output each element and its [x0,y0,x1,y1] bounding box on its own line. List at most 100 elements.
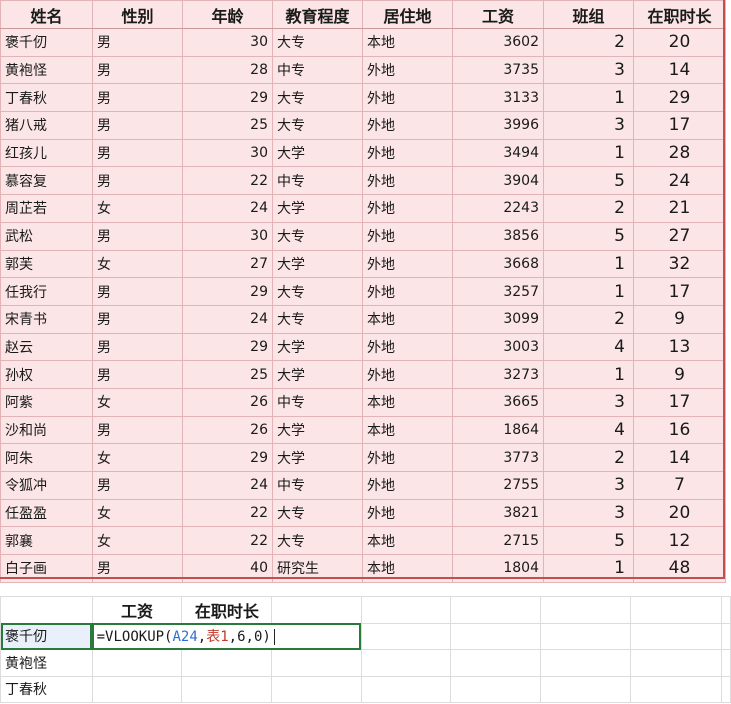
cell-salary[interactable]: 2715 [452,526,544,556]
cell-name[interactable]: 武松 [0,221,93,251]
cell-name[interactable]: 宋青书 [0,304,93,334]
cell[interactable] [450,622,542,650]
cell-residence[interactable]: 本地 [362,415,453,445]
cell-tenure[interactable]: 21 [633,194,726,223]
cell-age[interactable]: 29 [182,277,273,306]
cell-tenure[interactable]: 20 [633,498,726,528]
cell-gender[interactable]: 男 [92,111,183,140]
cell-education[interactable]: 大学 [272,249,363,279]
cell-gender[interactable]: 男 [92,415,183,445]
cell-tenure[interactable]: 16 [633,415,726,445]
cell-gender[interactable]: 男 [92,554,183,583]
cell-education[interactable]: 中专 [272,166,363,196]
cell[interactable] [271,649,362,677]
cell-tenure[interactable]: 17 [633,387,726,417]
cell-education[interactable]: 大专 [272,83,363,113]
column-header-gender[interactable]: 性别 [92,0,183,29]
cell-residence[interactable]: 本地 [362,28,453,57]
cell-age[interactable]: 25 [182,111,273,140]
cell-name[interactable]: 任我行 [0,277,93,306]
cell-age[interactable]: 30 [182,221,273,251]
cell-education[interactable]: 大专 [272,526,363,556]
cell-residence[interactable]: 本地 [362,304,453,334]
cell-residence[interactable]: 外地 [362,471,453,500]
cell-team[interactable]: 4 [543,415,634,445]
cell-residence[interactable]: 外地 [362,277,453,306]
cell[interactable] [91,675,183,703]
cell-team[interactable]: 1 [543,83,634,113]
cell-salary[interactable]: 2755 [452,471,544,500]
cell-tenure[interactable]: 13 [633,332,726,362]
cell-residence[interactable]: 外地 [362,498,453,528]
cell-name[interactable]: 令狐冲 [0,471,93,500]
cell-education[interactable]: 大学 [272,332,363,362]
cell-name[interactable]: 猪八戒 [0,111,93,140]
cell[interactable] [629,675,722,703]
cell-team[interactable]: 3 [543,471,634,500]
cell[interactable] [450,596,542,624]
cell-residence[interactable]: 外地 [362,166,453,196]
column-header-age[interactable]: 年龄 [182,0,273,29]
cell-salary[interactable]: 3665 [452,387,544,417]
cell-gender[interactable]: 女 [92,526,183,556]
cell-team[interactable]: 1 [543,554,634,583]
cell-team[interactable]: 5 [543,526,634,556]
cell[interactable] [720,675,731,703]
cell-residence[interactable]: 外地 [362,332,453,362]
cell-gender[interactable]: 男 [92,221,183,251]
cell-age[interactable]: 25 [182,360,273,389]
cell-education[interactable]: 大专 [272,28,363,57]
cell-residence[interactable]: 外地 [362,55,453,85]
cell-tenure[interactable]: 7 [633,471,726,500]
cell-salary[interactable]: 3735 [452,55,544,85]
cell-name[interactable]: 周芷若 [0,194,93,223]
cell[interactable] [0,596,93,624]
cell[interactable] [540,596,631,624]
cell-gender[interactable]: 男 [92,28,183,57]
cell[interactable] [720,649,731,677]
cell-salary[interactable]: 3773 [452,443,544,472]
cell-name[interactable]: 丁春秋 [0,83,93,113]
cell[interactable] [629,596,722,624]
cell-name[interactable]: 郭芙 [0,249,93,279]
cell-education[interactable]: 大学 [272,443,363,472]
cell-tenure[interactable]: 14 [633,55,726,85]
cell-team[interactable]: 3 [543,387,634,417]
cell-tenure[interactable]: 20 [633,28,726,57]
cell-gender[interactable]: 女 [92,498,183,528]
cell-team[interactable]: 2 [543,194,634,223]
cell-tenure[interactable]: 24 [633,166,726,196]
cell[interactable] [629,649,722,677]
cell[interactable] [360,649,452,677]
cell-age[interactable]: 26 [182,415,273,445]
cell-age[interactable]: 29 [182,83,273,113]
column-header-tenure[interactable]: 在职时长 [633,0,726,29]
cell-education[interactable]: 中专 [272,471,363,500]
cell[interactable] [540,622,631,650]
lookup-name-cell[interactable]: 褒千仞 [0,622,93,650]
cell-tenure[interactable]: 32 [633,249,726,279]
cell[interactable] [540,649,631,677]
cell-salary[interactable]: 3856 [452,221,544,251]
cell-tenure[interactable]: 17 [633,111,726,140]
cell-age[interactable]: 40 [182,554,273,583]
cell-tenure[interactable]: 48 [633,554,726,583]
cell-name[interactable]: 沙和尚 [0,415,93,445]
cell-age[interactable]: 30 [182,138,273,168]
cell-name[interactable]: 褒千仞 [0,28,93,57]
cell-education[interactable]: 大学 [272,415,363,445]
cell[interactable] [360,675,452,703]
cell[interactable] [720,596,731,624]
cell-salary[interactable]: 1804 [452,554,544,583]
cell-residence[interactable]: 外地 [362,249,453,279]
cell-name[interactable]: 任盈盈 [0,498,93,528]
cell-education[interactable]: 大学 [272,138,363,168]
cell-team[interactable]: 1 [543,360,634,389]
cell-salary[interactable]: 3904 [452,166,544,196]
cell-gender[interactable]: 女 [92,249,183,279]
cell-team[interactable]: 5 [543,166,634,196]
cell[interactable] [181,649,273,677]
column-header-salary[interactable]: 工资 [452,0,544,29]
cell-gender[interactable]: 男 [92,332,183,362]
cell-name[interactable]: 红孩儿 [0,138,93,168]
